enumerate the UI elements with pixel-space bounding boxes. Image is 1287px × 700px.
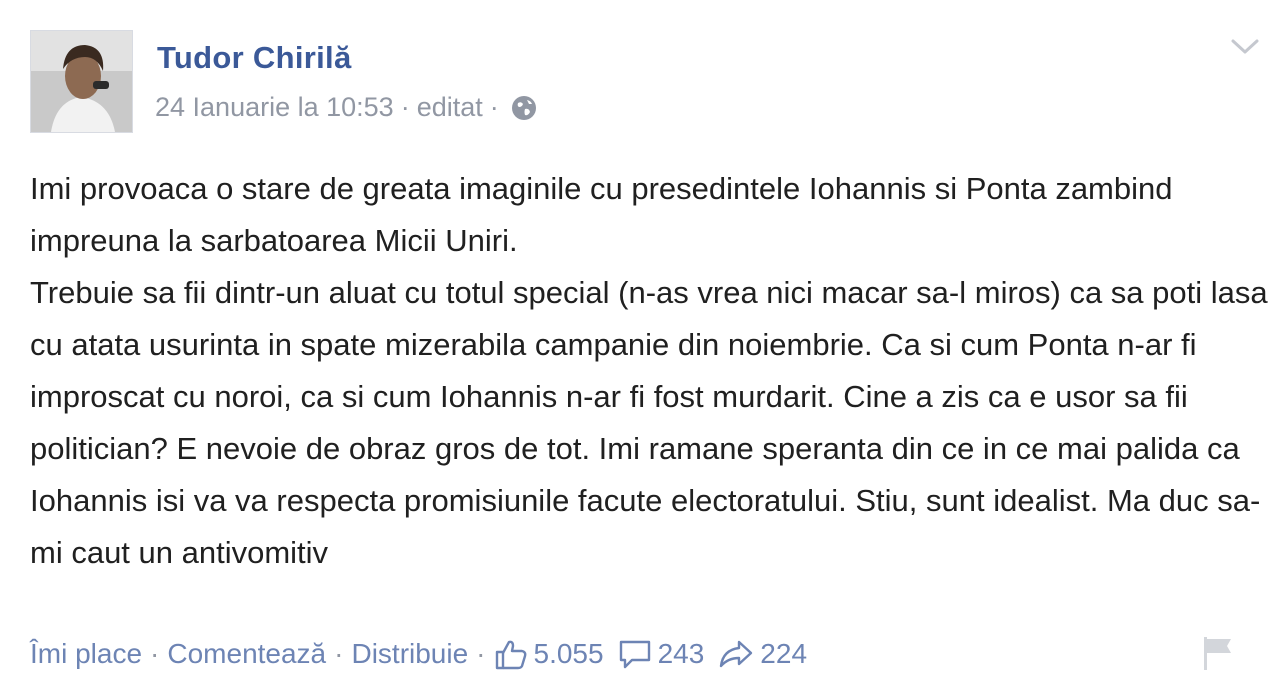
meta-separator: · xyxy=(400,92,410,122)
avatar-photo xyxy=(31,31,132,132)
thumbs-up-icon xyxy=(495,640,526,670)
comments-value: 243 xyxy=(657,638,705,669)
action-separator: · xyxy=(476,638,486,669)
action-separator: · xyxy=(334,638,344,669)
share-arrow-icon xyxy=(720,640,753,668)
shares-count[interactable]: 224 xyxy=(718,638,807,670)
comment-bubble-icon xyxy=(619,640,650,669)
chevron-down-icon[interactable] xyxy=(1230,36,1260,58)
post-paragraph: Trebuie sa fii dintr-un aluat cu totul s… xyxy=(30,275,1268,570)
action-separator: · xyxy=(150,638,160,669)
comment-link[interactable]: Comentează xyxy=(167,638,326,670)
likes-value: 5.055 xyxy=(533,638,604,669)
action-bar: Îmi place · Comentează · Distribuie · 5.… xyxy=(30,638,821,670)
meta-separator: · xyxy=(489,92,499,122)
author-name[interactable]: Tudor Chirilă xyxy=(157,40,352,76)
share-link[interactable]: Distribuie xyxy=(351,638,468,670)
globe-icon[interactable] xyxy=(510,94,538,122)
like-link[interactable]: Îmi place xyxy=(30,638,142,670)
post-meta: 24 Ianuarie la 10:53 · editat · xyxy=(155,92,538,123)
comments-count[interactable]: 243 xyxy=(618,638,705,670)
post-paragraph: Imi provoaca o stare de greata imaginile… xyxy=(30,171,1173,258)
likes-count[interactable]: 5.055 xyxy=(494,638,604,670)
post-text: Imi provoaca o stare de greata imaginile… xyxy=(30,163,1270,579)
post-timestamp[interactable]: 24 Ianuarie la 10:53 xyxy=(155,92,394,123)
flag-icon[interactable] xyxy=(1200,634,1236,672)
avatar[interactable] xyxy=(30,30,133,133)
edited-link[interactable]: editat xyxy=(417,92,483,123)
shares-value: 224 xyxy=(760,638,808,669)
